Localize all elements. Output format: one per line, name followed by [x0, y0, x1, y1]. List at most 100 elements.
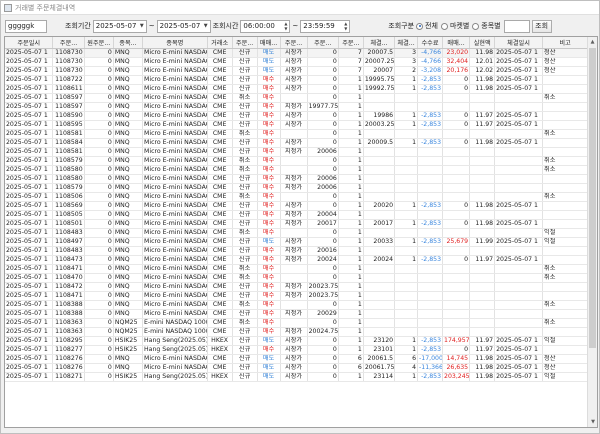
table-cell: [494, 210, 544, 220]
table-row[interactable]: 2025-05-07 1 1108579 0 MNQ Micro E-mini NASD…: [5, 183, 588, 193]
table-cell: Hang Seng(2025.05): [142, 345, 208, 355]
table-row[interactable]: 2025-05-07 1 1108730 0 MNQ Micro E-mini NASD…: [5, 48, 588, 58]
radio-item[interactable]: 종목별: [472, 21, 501, 31]
radio-market[interactable]: 마켓별: [440, 21, 469, 31]
table-row[interactable]: 2025-05-07 1 1108569 0 MNQ Micro E-mini NASD…: [5, 201, 588, 211]
table-row[interactable]: 2025-05-07 1 1108611 0 MNQ Micro E-mini NASD…: [5, 84, 588, 94]
table-row[interactable]: 2025-05-07 1 1108277 0 HSIK25 Hang Seng(2025…: [5, 345, 588, 355]
table-row[interactable]: 2025-05-07 1 1108295 0 HSIK25 Hang Seng(2025…: [5, 336, 588, 346]
column-header[interactable]: 종목명: [142, 37, 208, 49]
column-header[interactable]: 체결일시: [494, 37, 544, 49]
table-row[interactable]: 2025-05-07 1 1108497 0 MNQ Micro E-mini NASD…: [5, 237, 588, 247]
table-cell: 1: [338, 93, 364, 103]
column-header[interactable]: 거래소: [207, 37, 233, 49]
table-row[interactable]: 2025-05-07 1 1108506 0 MNQ Micro E-mini NASD…: [5, 192, 588, 202]
table-cell: [494, 129, 544, 139]
table-cell: CME: [207, 156, 233, 166]
table-row[interactable]: 2025-05-07 1 1108388 0 MNQ Micro E-mini NASD…: [5, 309, 588, 319]
column-header[interactable]: 수수료: [417, 37, 444, 49]
table-row[interactable]: 2025-05-07 1 1108363 0 NQM25 E-mini NASDAQ 1…: [5, 318, 588, 328]
table-cell: 2025-05-07 1: [494, 345, 544, 355]
table-cell: [494, 228, 544, 238]
table-cell: 1108473: [52, 255, 85, 265]
column-header[interactable]: 주문...: [280, 37, 308, 49]
item-code-field[interactable]: [503, 19, 530, 33]
table-row[interactable]: 2025-05-07 1 1108388 0 MNQ Micro E-mini NASD…: [5, 300, 588, 310]
table-row[interactable]: 2025-05-07 1 1108579 0 MNQ Micro E-mini NASD…: [5, 156, 588, 166]
table-row[interactable]: 2025-05-07 1 1108580 0 MNQ Micro E-mini NASD…: [5, 174, 588, 184]
search-button[interactable]: 조회: [531, 19, 552, 33]
time-to-field[interactable]: 23:59:59 ▲ ▼: [300, 19, 351, 33]
table-row[interactable]: 2025-05-07 1 1108581 0 MNQ Micro E-mini NASD…: [5, 147, 588, 157]
table-cell: 1108569: [52, 201, 85, 211]
column-header[interactable]: 체결...: [363, 37, 396, 49]
table-row[interactable]: 2025-05-07 1 1108483 0 MNQ Micro E-mini NASD…: [5, 246, 588, 256]
table-cell: MNQ: [113, 309, 144, 319]
order-grid[interactable]: 주문일시 주문... 원주문... 종목... 종목명 거래소 주문... 매매... 주문..…: [4, 36, 598, 428]
table-cell: 2025-05-07 1: [5, 111, 54, 121]
table-cell: 지정가: [280, 246, 308, 256]
table-cell: [280, 300, 308, 310]
column-header[interactable]: 체결...: [394, 37, 419, 49]
table-cell: 시장가: [280, 66, 308, 76]
table-row[interactable]: 2025-05-07 1 1108590 0 MNQ Micro E-mini NASD…: [5, 111, 588, 121]
column-header[interactable]: 비고: [542, 37, 588, 49]
table-row[interactable]: 2025-05-07 1 1108363 0 NQM25 E-mini NASDAQ 1…: [5, 327, 588, 337]
column-header[interactable]: 주문...: [338, 37, 364, 49]
table-row[interactable]: 2025-05-07 1 1108471 0 MNQ Micro E-mini NASD…: [5, 264, 588, 274]
column-header[interactable]: 주문...: [307, 37, 339, 49]
spin-icon[interactable]: ▲ ▼: [344, 21, 347, 31]
column-header[interactable]: 주문일시: [5, 37, 54, 49]
date-from-picker[interactable]: 2025-05-07 ▼: [92, 19, 147, 33]
table-cell: 2025-05-07 1: [5, 345, 54, 355]
table-row[interactable]: 2025-05-07 1 1108581 0 MNQ Micro E-mini NASD…: [5, 129, 588, 139]
table-row[interactable]: 2025-05-07 1 1108730 0 MNQ Micro E-mini NASD…: [5, 66, 588, 76]
table-row[interactable]: 2025-05-07 1 1108501 0 MNQ Micro E-mini NASD…: [5, 219, 588, 229]
table-row[interactable]: 2025-05-07 1 1108276 0 MNQ Micro E-mini NASD…: [5, 363, 588, 373]
column-header[interactable]: 주문...: [52, 37, 85, 49]
column-header[interactable]: 매매...: [442, 37, 471, 49]
table-cell: [394, 210, 419, 220]
table-row[interactable]: 2025-05-07 1 1108472 0 MNQ Micro E-mini NASD…: [5, 282, 588, 292]
table-row[interactable]: 2025-05-07 1 1108470 0 MNQ Micro E-mini NASD…: [5, 273, 588, 283]
table-cell: 0: [84, 138, 114, 148]
spin-icon[interactable]: ▲ ▼: [284, 21, 287, 31]
scroll-thumb[interactable]: [589, 48, 596, 348]
table-cell: 신규: [232, 309, 258, 319]
table-row[interactable]: 2025-05-07 1 1108276 0 MNQ Micro E-mini NASD…: [5, 354, 588, 364]
table-cell: 지정가: [280, 309, 308, 319]
table-cell: [469, 147, 496, 157]
column-header[interactable]: 주문...: [232, 37, 258, 49]
table-row[interactable]: 2025-05-07 1 1108473 0 MNQ Micro E-mini NASD…: [5, 255, 588, 265]
table-row[interactable]: 2025-05-07 1 1108597 0 MNQ Micro E-mini NASD…: [5, 102, 588, 112]
column-header[interactable]: 원주문...: [84, 37, 114, 49]
time-from-field[interactable]: 06:00:00 ▲ ▼: [240, 19, 291, 33]
column-header[interactable]: 종목...: [113, 37, 144, 49]
column-header[interactable]: 매매...: [257, 37, 281, 49]
scroll-up-icon[interactable]: ▲: [588, 37, 597, 47]
table-cell: 1: [338, 219, 364, 229]
table-row[interactable]: 2025-05-07 1 1108595 0 MNQ Micro E-mini NASD…: [5, 120, 588, 130]
table-row[interactable]: 2025-05-07 1 1108722 0 MNQ Micro E-mini NASD…: [5, 75, 588, 85]
table-row[interactable]: 2025-05-07 1 1108505 0 MNQ Micro E-mini NASD…: [5, 210, 588, 220]
table-row[interactable]: 2025-05-07 1 1108584 0 MNQ Micro E-mini NASD…: [5, 138, 588, 148]
table-row[interactable]: 2025-05-07 1 1108483 0 MNQ Micro E-mini NASD…: [5, 228, 588, 238]
vertical-scrollbar[interactable]: ▲ ▼: [587, 37, 597, 427]
date-to-picker[interactable]: 2025-05-07 ▼: [156, 19, 211, 33]
table-cell: Micro E-mini NASDAQ 10: [142, 255, 208, 265]
table-row[interactable]: 2025-05-07 1 1108271 0 HSIK25 Hang Seng(2025…: [5, 372, 588, 382]
table-cell: 1108590: [52, 111, 85, 121]
table-cell: 매도: [257, 237, 281, 247]
table-cell: [417, 291, 444, 301]
table-cell: 매수: [257, 228, 281, 238]
table-row[interactable]: 2025-05-07 1 1108471 0 MNQ Micro E-mini NASD…: [5, 291, 588, 301]
table-cell: 신규: [232, 111, 258, 121]
table-row[interactable]: 2025-05-07 1 1108597 0 MNQ Micro E-mini NASD…: [5, 93, 588, 103]
scroll-down-icon[interactable]: ▼: [588, 417, 597, 427]
column-header[interactable]: 실현액: [469, 37, 496, 49]
table-row[interactable]: 2025-05-07 1 1108730 0 MNQ Micro E-mini NASD…: [5, 57, 588, 67]
table-row[interactable]: 2025-05-07 1 1108580 0 MNQ Micro E-mini NASD…: [5, 165, 588, 175]
account-field[interactable]: gggggk: [5, 19, 47, 33]
radio-all[interactable]: 전체: [416, 21, 438, 31]
table-cell: CME: [207, 75, 233, 85]
